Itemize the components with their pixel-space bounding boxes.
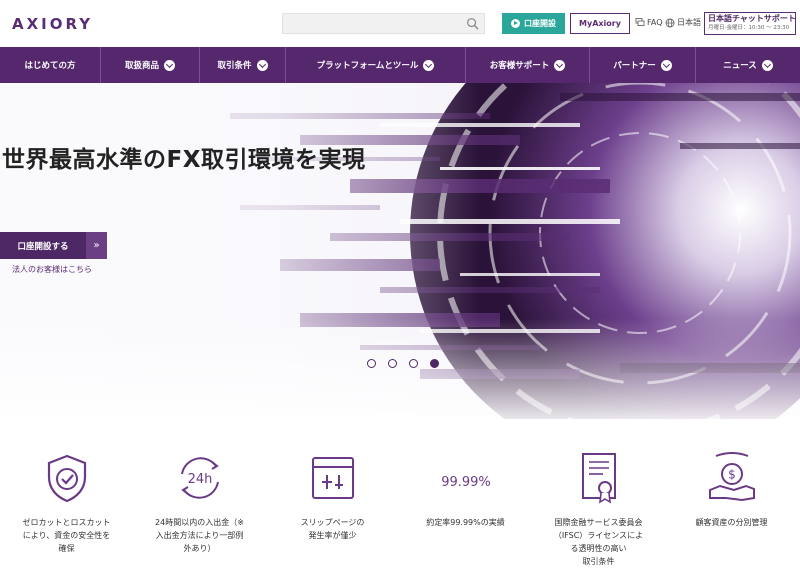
hero-open-account-button[interactable]: 口座開設する » xyxy=(0,232,107,259)
main-nav: はじめての方 取扱商品 取引条件 プラットフォームとツール お客様サポート パー… xyxy=(0,47,800,83)
carousel-indicators xyxy=(367,359,439,368)
hero-background-image xyxy=(0,83,800,419)
feature-item: 国際金融サービス委員会 （IFSC）ライセンスによ る透明性の高い 取引条件 xyxy=(532,419,665,571)
segregated-funds-icon: $ xyxy=(709,452,755,502)
chevron-down-icon xyxy=(660,59,672,71)
feature-label: 24時間以内の入出金（※ 入出金方法により一部例 外あり） xyxy=(155,518,244,553)
nav-item-label: パートナー xyxy=(613,61,656,71)
axiory-logo[interactable]: AXIORY xyxy=(12,14,93,34)
chevron-down-icon xyxy=(256,59,268,71)
search-icon[interactable] xyxy=(466,17,479,30)
feature-label: スリップページの 発生率が僅少 xyxy=(300,518,365,540)
nav-item-label: ニュース xyxy=(723,61,757,71)
nav-item-support[interactable]: お客様サポート xyxy=(466,47,590,83)
corporate-customers-link[interactable]: 法人のお客様はこちら xyxy=(12,264,92,275)
nav-item-label: 取扱商品 xyxy=(124,61,159,71)
chevron-down-icon xyxy=(164,59,175,71)
nav-item-label: 取引条件 xyxy=(217,61,252,71)
feature-item: スリップページの 発生率が僅少 xyxy=(266,419,399,571)
nav-item-products[interactable]: 取扱商品 xyxy=(101,47,200,83)
nav-item-partners[interactable]: パートナー xyxy=(590,47,696,83)
nav-item-label: プラットフォームとツール xyxy=(316,61,419,71)
globe-icon xyxy=(665,18,675,27)
feature-item: 99.99% 約定率99.99%の実績 xyxy=(399,419,532,571)
hero-title: 世界最高水準のFX取引環境を実現 xyxy=(2,147,366,173)
feature-label: 約定率99.99%の実績 xyxy=(426,518,505,527)
features-strip: ゼロカットとロスカット により、資金の安全性を 確保 24h 24時間以内の入出… xyxy=(0,419,800,571)
nav-item-beginners[interactable]: はじめての方 xyxy=(0,47,101,83)
open-account-button[interactable]: 口座開設 xyxy=(502,13,565,34)
carousel-dot-active[interactable] xyxy=(430,359,439,368)
feature-label: 顧客資産の分別管理 xyxy=(695,518,768,527)
search-input[interactable] xyxy=(282,13,485,34)
nav-item-label: お客様サポート xyxy=(489,61,550,71)
feature-item: ゼロカットとロスカット により、資金の安全性を 確保 xyxy=(0,419,133,571)
slippage-calculator-icon xyxy=(312,457,354,499)
double-chevron-right-icon: » xyxy=(86,232,107,259)
nav-item-news[interactable]: ニュース xyxy=(696,47,800,83)
24h-clock-icon: 24h xyxy=(181,457,219,499)
execution-rate-icon: 99.99% xyxy=(441,475,491,490)
nav-item-label: はじめての方 xyxy=(24,61,76,71)
language-selector[interactable]: 日本語 xyxy=(665,17,701,28)
carousel-dot[interactable] xyxy=(409,359,418,368)
chat-support-title: 日本語チャットサポート xyxy=(708,14,796,23)
chevron-down-icon xyxy=(554,59,566,71)
svg-text:$: $ xyxy=(728,468,736,482)
nav-item-trading-conditions[interactable]: 取引条件 xyxy=(200,47,286,83)
hero-cta-label: 口座開設する xyxy=(0,232,86,259)
language-label: 日本語 xyxy=(677,18,701,27)
play-icon xyxy=(511,19,520,28)
certificate-icon xyxy=(582,453,616,504)
open-account-label: 口座開設 xyxy=(524,19,556,28)
site-header: AXIORY 口座開設 MyAxiory FAQ 日本語 日本語チャットサポート… xyxy=(0,0,800,47)
svg-text:24h: 24h xyxy=(188,472,213,487)
myaxiory-label: MyAxiory xyxy=(579,19,621,28)
chat-support-hours: 月曜日-金曜日：10:30 ～ 23:30 xyxy=(708,25,790,31)
chevron-down-icon xyxy=(761,59,773,71)
execution-rate-value: 99.99% xyxy=(441,475,491,490)
chat-support-button[interactable]: 日本語チャットサポート 月曜日-金曜日：10:30 ～ 23:30 xyxy=(704,12,796,35)
myaxiory-button[interactable]: MyAxiory xyxy=(570,13,630,34)
carousel-dot[interactable] xyxy=(388,359,397,368)
feature-item: $ 顧客資産の分別管理 xyxy=(665,419,798,571)
carousel-dot[interactable] xyxy=(367,359,376,368)
faq-link[interactable]: FAQ xyxy=(635,17,663,27)
faq-icon xyxy=(635,18,645,26)
logo-text: AXIORY xyxy=(12,15,94,33)
nav-item-platforms-tools[interactable]: プラットフォームとツール xyxy=(286,47,466,83)
feature-label: 国際金融サービス委員会 （IFSC）ライセンスによ る透明性の高い 取引条件 xyxy=(553,518,644,566)
feature-label: ゼロカットとロスカット により、資金の安全性を 確保 xyxy=(22,518,111,553)
faq-label: FAQ xyxy=(647,17,663,27)
feature-item: 24h 24時間以内の入出金（※ 入出金方法により一部例 外あり） xyxy=(133,419,266,571)
hero-banner: 世界最高水準のFX取引環境を実現 口座開設する » 法人のお客様はこちら xyxy=(0,83,800,419)
shield-check-icon xyxy=(47,454,87,503)
chevron-down-icon xyxy=(423,59,435,71)
